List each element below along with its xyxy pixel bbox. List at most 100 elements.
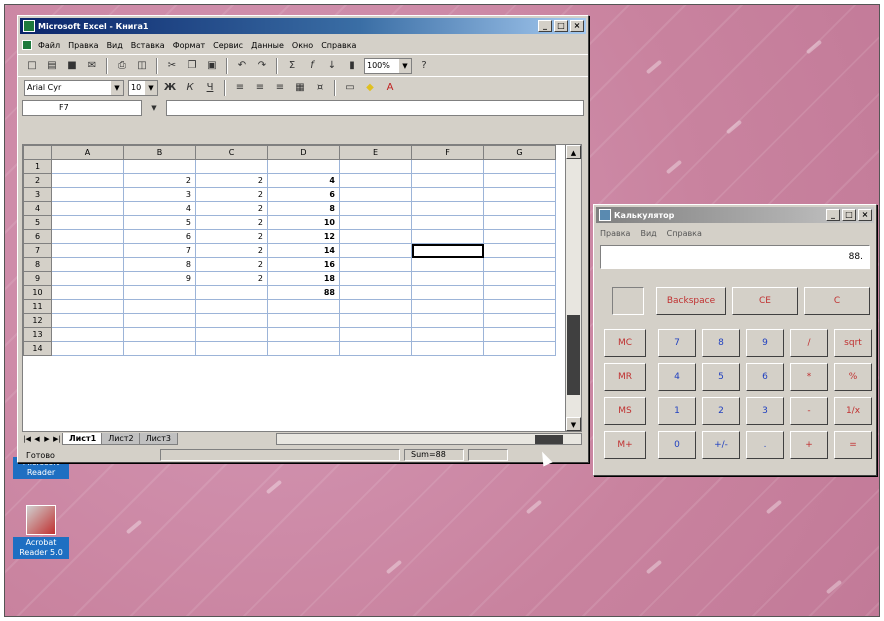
cell-f1[interactable] bbox=[411, 159, 484, 174]
cell-a1[interactable] bbox=[51, 159, 124, 174]
excel-app-icon[interactable] bbox=[23, 20, 35, 32]
sheet-tab-1[interactable]: Лист1 bbox=[62, 433, 104, 445]
cell-c3[interactable]: 2 bbox=[195, 187, 268, 202]
row-header[interactable]: 8 bbox=[23, 257, 52, 272]
font-color-icon[interactable]: A bbox=[382, 80, 398, 96]
row-header[interactable]: 1 bbox=[23, 159, 52, 174]
scroll-thumb[interactable] bbox=[567, 315, 580, 395]
horizontal-scrollbar[interactable] bbox=[275, 433, 582, 445]
prev-sheet-icon[interactable]: ◀ bbox=[32, 433, 42, 445]
menu-data[interactable]: Данные bbox=[251, 41, 284, 50]
sheet-tab-2[interactable]: Лист2 bbox=[101, 433, 141, 445]
cell-d12[interactable] bbox=[267, 313, 340, 328]
cell-c4[interactable]: 2 bbox=[195, 201, 268, 216]
cell-e6[interactable] bbox=[339, 229, 412, 244]
ce-button[interactable]: CE bbox=[732, 287, 798, 315]
first-sheet-icon[interactable]: |◀ bbox=[22, 433, 32, 445]
cell-d7[interactable]: 14 bbox=[267, 243, 340, 258]
menu-edit[interactable]: Правка bbox=[68, 41, 98, 50]
bold-icon[interactable]: Ж bbox=[162, 80, 178, 96]
maximize-button[interactable]: □ bbox=[554, 20, 568, 32]
calc-key-1x-button[interactable]: 1/x bbox=[834, 397, 872, 425]
cell-b8[interactable]: 8 bbox=[123, 257, 196, 272]
column-header-f[interactable]: F bbox=[411, 145, 484, 160]
cell-f6[interactable] bbox=[411, 229, 484, 244]
cell-g1[interactable] bbox=[483, 159, 556, 174]
cell-e3[interactable] bbox=[339, 187, 412, 202]
vertical-scrollbar[interactable]: ▲ ▼ bbox=[565, 145, 581, 431]
cell-g8[interactable] bbox=[483, 257, 556, 272]
cell-c10[interactable] bbox=[195, 285, 268, 300]
cell-f12[interactable] bbox=[411, 313, 484, 328]
column-header-d[interactable]: D bbox=[267, 145, 340, 160]
minimize-button[interactable]: _ bbox=[538, 20, 552, 32]
cell-b14[interactable] bbox=[123, 341, 196, 356]
close-button[interactable]: × bbox=[570, 20, 584, 32]
cell-e11[interactable] bbox=[339, 299, 412, 314]
cell-g12[interactable] bbox=[483, 313, 556, 328]
formula-input[interactable] bbox=[166, 100, 584, 116]
row-header[interactable]: 6 bbox=[23, 229, 52, 244]
cell-a13[interactable] bbox=[51, 327, 124, 342]
cell-e5[interactable] bbox=[339, 215, 412, 230]
cell-f11[interactable] bbox=[411, 299, 484, 314]
font-name-select[interactable]: Arial Cyr ▼ bbox=[24, 79, 124, 96]
scroll-down-icon[interactable]: ▼ bbox=[566, 417, 581, 431]
select-all-corner[interactable] bbox=[23, 145, 52, 160]
borders-icon[interactable]: ▭ bbox=[342, 80, 358, 96]
cell-c1[interactable] bbox=[195, 159, 268, 174]
name-box-dropdown-icon[interactable]: ▼ bbox=[146, 100, 162, 116]
cell-c11[interactable] bbox=[195, 299, 268, 314]
calc-key-6-button[interactable]: 6 bbox=[746, 363, 784, 391]
calculator-titlebar[interactable]: Калькулятор _ □ × bbox=[596, 207, 874, 223]
cell-g6[interactable] bbox=[483, 229, 556, 244]
cell-g3[interactable] bbox=[483, 187, 556, 202]
maximize-button[interactable]: □ bbox=[842, 209, 856, 221]
row-header[interactable]: 10 bbox=[23, 285, 52, 300]
cell-f5[interactable] bbox=[411, 215, 484, 230]
cell-f3[interactable] bbox=[411, 187, 484, 202]
cell-g4[interactable] bbox=[483, 201, 556, 216]
memory-clear-button[interactable]: MC bbox=[604, 329, 646, 357]
function-icon[interactable]: f bbox=[304, 58, 320, 74]
cell-c7[interactable]: 2 bbox=[195, 243, 268, 258]
row-header[interactable]: 5 bbox=[23, 215, 52, 230]
cell-g11[interactable] bbox=[483, 299, 556, 314]
row-header[interactable]: 12 bbox=[23, 313, 52, 328]
cell-d11[interactable] bbox=[267, 299, 340, 314]
currency-icon[interactable]: ¤ bbox=[312, 80, 328, 96]
scroll-up-icon[interactable]: ▲ bbox=[566, 145, 581, 159]
cell-a3[interactable] bbox=[51, 187, 124, 202]
merge-icon[interactable]: ▦ bbox=[292, 80, 308, 96]
cell-a6[interactable] bbox=[51, 229, 124, 244]
cell-f14[interactable] bbox=[411, 341, 484, 356]
copy-icon[interactable]: ❐ bbox=[184, 58, 200, 74]
paste-icon[interactable]: ▣ bbox=[204, 58, 220, 74]
help-icon[interactable]: ? bbox=[416, 58, 432, 74]
calc-key-5-button[interactable]: 5 bbox=[702, 363, 740, 391]
cell-e2[interactable] bbox=[339, 173, 412, 188]
row-header[interactable]: 11 bbox=[23, 299, 52, 314]
calc-key--button[interactable]: / bbox=[790, 329, 828, 357]
column-header-e[interactable]: E bbox=[339, 145, 412, 160]
cell-c14[interactable] bbox=[195, 341, 268, 356]
calc-key-8-button[interactable]: 8 bbox=[702, 329, 740, 357]
last-sheet-icon[interactable]: ▶| bbox=[52, 433, 62, 445]
redo-icon[interactable]: ↷ bbox=[254, 58, 270, 74]
cell-g10[interactable] bbox=[483, 285, 556, 300]
cell-a7[interactable] bbox=[51, 243, 124, 258]
cell-g7[interactable] bbox=[483, 243, 556, 258]
row-header[interactable]: 14 bbox=[23, 341, 52, 356]
cell-a8[interactable] bbox=[51, 257, 124, 272]
print-icon[interactable]: ⎙ bbox=[114, 58, 130, 74]
cell-d2[interactable]: 4 bbox=[267, 173, 340, 188]
column-header-g[interactable]: G bbox=[483, 145, 556, 160]
cell-b1[interactable] bbox=[123, 159, 196, 174]
next-sheet-icon[interactable]: ▶ bbox=[42, 433, 52, 445]
cell-a11[interactable] bbox=[51, 299, 124, 314]
cell-c2[interactable]: 2 bbox=[195, 173, 268, 188]
calc-menu-view[interactable]: Вид bbox=[640, 229, 656, 238]
cell-f9[interactable] bbox=[411, 271, 484, 286]
fill-color-icon[interactable]: ◆ bbox=[362, 80, 378, 96]
cell-f10[interactable] bbox=[411, 285, 484, 300]
